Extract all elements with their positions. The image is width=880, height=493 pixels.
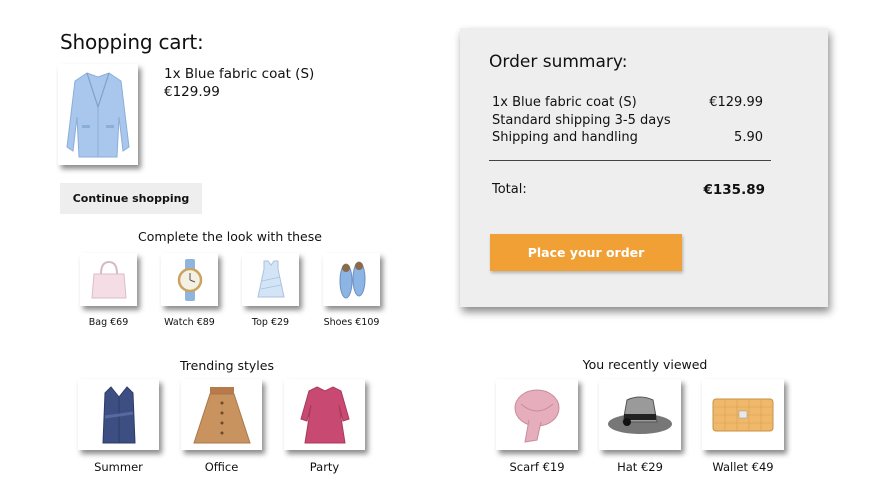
summary-line-label: 1x Blue fabric coat (S) bbox=[492, 95, 637, 110]
trending-label-party[interactable]: Party bbox=[284, 460, 365, 474]
place-order-button[interactable]: Place your order bbox=[490, 234, 682, 271]
trending-item-summer[interactable] bbox=[78, 379, 159, 450]
dress-icon bbox=[299, 385, 350, 443]
shoes-icon bbox=[339, 261, 365, 298]
complete-look-item-bag[interactable] bbox=[80, 253, 137, 306]
page-title: Shopping cart: bbox=[60, 30, 204, 54]
complete-look-item-watch[interactable] bbox=[161, 253, 218, 306]
order-summary-panel: Order summary: 1x Blue fabric coat (S) €… bbox=[460, 28, 828, 307]
continue-shopping-button[interactable]: Continue shopping bbox=[60, 183, 202, 214]
recent-item-scarf[interactable] bbox=[496, 379, 578, 450]
total-label: Total: bbox=[492, 182, 527, 197]
top-icon bbox=[256, 260, 285, 297]
total-amount: €135.89 bbox=[703, 182, 766, 198]
trending-label-summer[interactable]: Summer bbox=[78, 460, 159, 474]
recent-label-wallet[interactable]: Wallet €49 bbox=[702, 460, 784, 474]
summary-divider bbox=[489, 160, 771, 161]
complete-look-label-watch[interactable]: Watch €89 bbox=[161, 317, 218, 328]
skirt-icon bbox=[192, 386, 251, 443]
trending-title: Trending styles bbox=[179, 358, 274, 373]
bag-icon bbox=[90, 260, 127, 298]
complete-look-item-top[interactable] bbox=[242, 253, 299, 306]
recent-label-scarf[interactable]: Scarf €19 bbox=[496, 460, 578, 474]
complete-look-item-shoes[interactable] bbox=[323, 253, 380, 306]
recent-label-hat[interactable]: Hat €29 bbox=[599, 460, 681, 474]
recent-item-hat[interactable] bbox=[599, 379, 681, 450]
complete-look-label-bag[interactable]: Bag €69 bbox=[80, 317, 137, 328]
recently-viewed-title: You recently viewed bbox=[582, 357, 708, 372]
recent-item-wallet[interactable] bbox=[702, 379, 784, 450]
summary-shipping-method: Standard shipping 3-5 days bbox=[492, 113, 671, 128]
cart-item-image[interactable] bbox=[58, 64, 138, 165]
cart-item-name[interactable]: 1x Blue fabric coat (S) bbox=[164, 66, 314, 82]
hat-icon bbox=[608, 396, 672, 434]
summary-line-amount: 5.90 bbox=[734, 130, 763, 145]
cart-item-price: €129.99 bbox=[164, 84, 220, 100]
scarf-icon bbox=[514, 389, 560, 443]
summary-line-amount: €129.99 bbox=[709, 95, 763, 110]
vest-icon bbox=[101, 385, 136, 443]
watch-icon bbox=[177, 258, 202, 301]
complete-look-label-shoes[interactable]: Shoes €109 bbox=[318, 317, 385, 328]
order-summary-title: Order summary: bbox=[489, 52, 628, 72]
trending-label-office[interactable]: Office bbox=[181, 460, 262, 474]
coat-icon bbox=[66, 71, 130, 157]
wallet-icon bbox=[712, 398, 774, 431]
complete-look-label-top[interactable]: Top €29 bbox=[242, 317, 299, 328]
trending-item-office[interactable] bbox=[181, 379, 262, 450]
complete-look-title: Complete the look with these bbox=[138, 229, 322, 244]
summary-line-label: Shipping and handling bbox=[492, 130, 638, 145]
trending-item-party[interactable] bbox=[284, 379, 365, 450]
